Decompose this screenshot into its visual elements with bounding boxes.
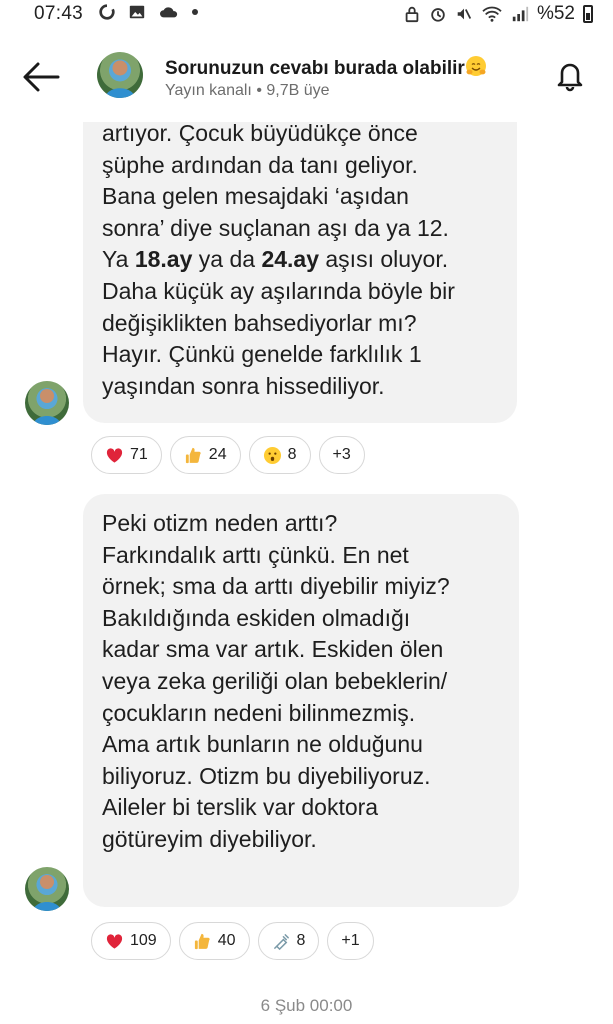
text-span: Ama artık bunların ne olduğunu — [102, 731, 423, 758]
battery-icon — [583, 5, 593, 23]
more-reactions[interactable]: +3 — [318, 436, 365, 474]
text-span: sonra’ diye suçlanan aşı da ya 12. — [102, 214, 449, 241]
message-text: Peki otizm neden arttı? Farkındalık artt… — [102, 508, 499, 856]
message-line: Peki otizm neden arttı? — [102, 508, 499, 540]
channel-avatar[interactable] — [97, 52, 143, 98]
heart-icon — [105, 446, 124, 465]
text-span: Peki otizm neden arttı? — [102, 510, 338, 536]
channel-avatar[interactable] — [25, 867, 69, 911]
syringe-reaction[interactable]: 8 — [257, 922, 320, 960]
message-line: Aileler bi terslik var doktora — [102, 792, 499, 824]
text-span: Aileler bi terslik var doktora — [102, 794, 379, 821]
text-span: veya zeka geriliği olan bebeklerin/ — [102, 667, 448, 694]
bold-text: 18.ay — [134, 246, 193, 273]
channel-subtitle: Yayın kanalı • 9,7B üye — [165, 82, 330, 99]
reaction-count: 40 — [217, 932, 236, 949]
heart-icon — [105, 932, 124, 951]
reaction-count: 109 — [130, 932, 157, 949]
text-span: yaşından sonra hissediliyor. — [102, 372, 385, 399]
text-span: değişiklikten bahsediyorlar mı? — [102, 309, 417, 336]
cloud-icon — [160, 7, 178, 18]
text-span: Farkındalık arttı çünkü. En net — [102, 541, 409, 568]
hushed-face-reaction[interactable]: 8 — [248, 436, 311, 474]
channel-header: Sorunuzun cevabı burada olabilir Yayın k… — [0, 30, 613, 122]
text-span: götüreyim diyebiliyor. — [102, 825, 317, 852]
message-line: çocukların nedeni bilinmezmiş. — [102, 698, 499, 730]
text-span: Bakıldığında eskiden olmadığı — [102, 604, 411, 631]
text-span: Daha küçük ay aşılarında böyle bir — [102, 277, 455, 304]
date-stamp: 6 Şub 00:00 — [260, 996, 353, 1015]
hushed-face-icon — [263, 446, 282, 465]
message-text: artıyor. Çocuk büyüdükçe önce şüphe ardın… — [102, 118, 497, 402]
dot-icon — [192, 9, 198, 15]
notification-icons — [98, 3, 198, 21]
text-span: aşısı oluyor. — [319, 246, 449, 273]
text-span: artıyor. Çocuk büyüdükçe önce — [102, 120, 418, 146]
mute-icon — [457, 8, 472, 20]
text-span: örnek; sma da arttı diyebilir miyiz? — [102, 573, 450, 600]
reaction-count: 71 — [130, 446, 148, 463]
text-span: Hayır. Çünkü genelde farklılık 1 — [102, 341, 422, 368]
text-span: çocukların nedeni bilinmezmiş. — [102, 699, 416, 726]
signal-icon — [512, 6, 529, 22]
thumbs-up-reaction[interactable]: 24 — [169, 436, 241, 474]
hugging-face-emoji — [465, 56, 486, 76]
message-line: değişiklikten bahsediyorlar mı? — [102, 308, 497, 340]
text-span: şüphe ardından da tanı geliyor. — [102, 151, 418, 178]
message-line: Farkındalık arttı çünkü. En net — [102, 540, 499, 572]
heart-reaction[interactable]: 109 — [91, 922, 171, 960]
syringe-icon — [272, 932, 291, 951]
reaction-bar: 109 40 8 +1 — [91, 922, 374, 960]
battery-percent: %52 — [536, 3, 575, 24]
message-line: yaşından sonra hissediliyor. — [102, 371, 497, 403]
bold-text: 24.ay — [261, 246, 319, 273]
text-span: biliyoruz. Otizm bu diyebiliyoruz. — [102, 762, 431, 789]
lock-icon — [405, 6, 419, 23]
reaction-count: 8 — [296, 932, 306, 949]
message-line: şüphe ardından da tanı geliyor. — [102, 150, 497, 182]
back-arrow-icon[interactable] — [20, 60, 62, 94]
status-time: 07:43 — [34, 3, 84, 24]
message-line: Bana gelen mesajdaki ‘aşıdan — [102, 181, 497, 213]
text-span: Bana gelen mesajdaki ‘aşıdan — [102, 183, 409, 210]
text-span: Ya — [102, 246, 135, 273]
bell-icon[interactable] — [553, 58, 587, 92]
alarm-icon — [431, 8, 445, 22]
message-line: kadar sma var artık. Eskiden ölen — [102, 634, 499, 666]
message-bubble[interactable]: artıyor. Çocuk büyüdükçe önce şüphe ardın… — [83, 96, 517, 423]
thumbs-up-icon — [193, 932, 212, 951]
reaction-bar: 71 24 8 +3 — [91, 436, 365, 474]
message-line: Ya 18.ay ya da 24.ay aşısı oluyor. — [102, 244, 497, 276]
image-icon — [129, 5, 145, 19]
message-bubble[interactable]: Peki otizm neden arttı? Farkındalık artt… — [83, 494, 519, 907]
system-icons: %52 — [403, 3, 593, 25]
status-bar: 07:43 %52 — [0, 0, 613, 30]
sync-icon — [99, 4, 115, 20]
text-span: kadar sma var artık. Eskiden ölen — [102, 636, 444, 663]
channel-title[interactable]: Sorunuzun cevabı burada olabilir — [165, 55, 487, 80]
message-line: Daha küçük ay aşılarında böyle bir — [102, 276, 497, 308]
message-line: Ama artık bunların ne olduğunu — [102, 729, 499, 761]
message-line: artıyor. Çocuk büyüdükçe önce — [102, 118, 497, 150]
message-line: biliyoruz. Otizm bu diyebiliyoruz. — [102, 761, 499, 793]
message-line: sonra’ diye suçlanan aşı da ya 12. — [102, 213, 497, 245]
thumbs-up-reaction[interactable]: 40 — [178, 922, 250, 960]
reaction-count: +1 — [341, 932, 360, 949]
heart-reaction[interactable]: 71 — [91, 436, 162, 474]
channel-title-text: Sorunuzun cevabı burada olabilir — [165, 58, 465, 79]
message-line: Hayır. Çünkü genelde farklılık 1 — [102, 339, 497, 371]
thumbs-up-icon — [184, 446, 203, 465]
text-span: ya da — [192, 246, 262, 273]
reaction-count: +3 — [332, 446, 351, 463]
reaction-count: 8 — [287, 446, 297, 463]
message-line: götüreyim diyebiliyor. — [102, 824, 499, 856]
message-line: veya zeka geriliği olan bebeklerin/ — [102, 666, 499, 698]
wifi-icon — [482, 6, 502, 22]
more-reactions[interactable]: +1 — [327, 922, 374, 960]
message-line: örnek; sma da arttı diyebilir miyiz? — [102, 571, 499, 603]
channel-avatar[interactable] — [25, 381, 69, 425]
reaction-count: 24 — [208, 446, 227, 463]
message-line: Bakıldığında eskiden olmadığı — [102, 603, 499, 635]
